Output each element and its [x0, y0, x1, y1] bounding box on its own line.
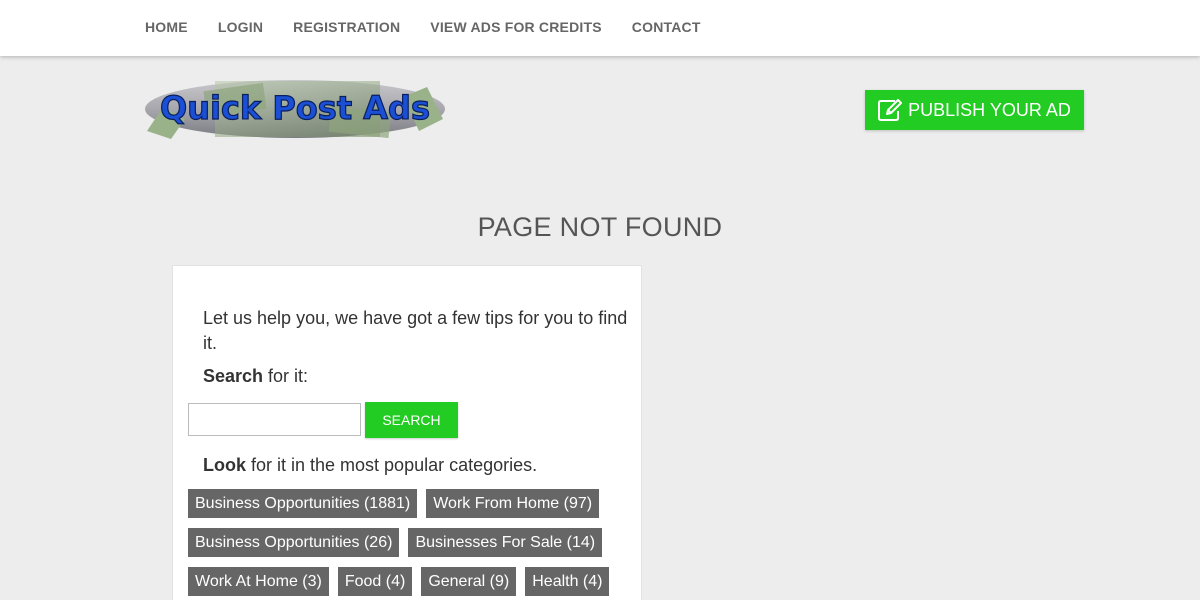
page-title: PAGE NOT FOUND	[477, 212, 723, 242]
not-found-card: Let us help you, we have got a few tips …	[172, 265, 642, 600]
nav-contact[interactable]: CONTACT	[632, 19, 701, 35]
category-tag[interactable]: Work At Home (3)	[188, 567, 329, 596]
search-instruction: Search for it:	[203, 366, 308, 387]
nav-home[interactable]: HOME	[145, 19, 188, 35]
category-row: Business Opportunities (26) Businesses F…	[188, 528, 628, 557]
category-tag[interactable]: Businesses For Sale (14)	[408, 528, 603, 557]
site-logo[interactable]: Quick Post Ads	[145, 79, 445, 139]
category-tag[interactable]: Food (4)	[337, 567, 413, 596]
category-tag[interactable]: Work From Home (97)	[426, 489, 600, 518]
logo-image: Quick Post Ads	[145, 80, 445, 139]
category-tag[interactable]: Health (4)	[525, 567, 610, 596]
logo-text: Quick Post Ads	[160, 89, 430, 127]
categories-instruction: Look for it in the most popular categori…	[203, 455, 537, 476]
category-list: Business Opportunities (1881) Work From …	[188, 489, 628, 600]
publish-label: PUBLISH YOUR AD	[908, 99, 1071, 120]
category-tag[interactable]: General (9)	[421, 567, 517, 596]
category-row: Business Opportunities (1881) Work From …	[188, 489, 628, 518]
search-button[interactable]: SEARCH	[365, 402, 458, 438]
categories-instruction-rest: for it in the most popular categories.	[246, 455, 538, 475]
nav-list: HOME LOGIN REGISTRATION VIEW ADS FOR CRE…	[145, 0, 731, 56]
pencil-square-icon	[878, 99, 903, 121]
category-tag[interactable]: Business Opportunities (1881)	[188, 489, 418, 518]
categories-instruction-bold: Look	[203, 455, 246, 475]
top-navigation: HOME LOGIN REGISTRATION VIEW ADS FOR CRE…	[0, 0, 1200, 56]
search-instruction-rest: for it:	[263, 366, 309, 386]
search-input[interactable]	[188, 403, 361, 436]
search-instruction-bold: Search	[203, 366, 264, 386]
nav-view-ads-for-credits[interactable]: VIEW ADS FOR CREDITS	[430, 19, 602, 35]
nav-registration[interactable]: REGISTRATION	[293, 19, 400, 35]
tips-text: Let us help you, we have got a few tips …	[203, 308, 628, 353]
category-tag[interactable]: Business Opportunities (26)	[188, 528, 400, 557]
publish-your-ad-button[interactable]: PUBLISH YOUR AD	[865, 90, 1084, 130]
nav-login[interactable]: LOGIN	[218, 19, 263, 35]
category-row: Work At Home (3) Food (4) General (9) He…	[188, 567, 628, 596]
